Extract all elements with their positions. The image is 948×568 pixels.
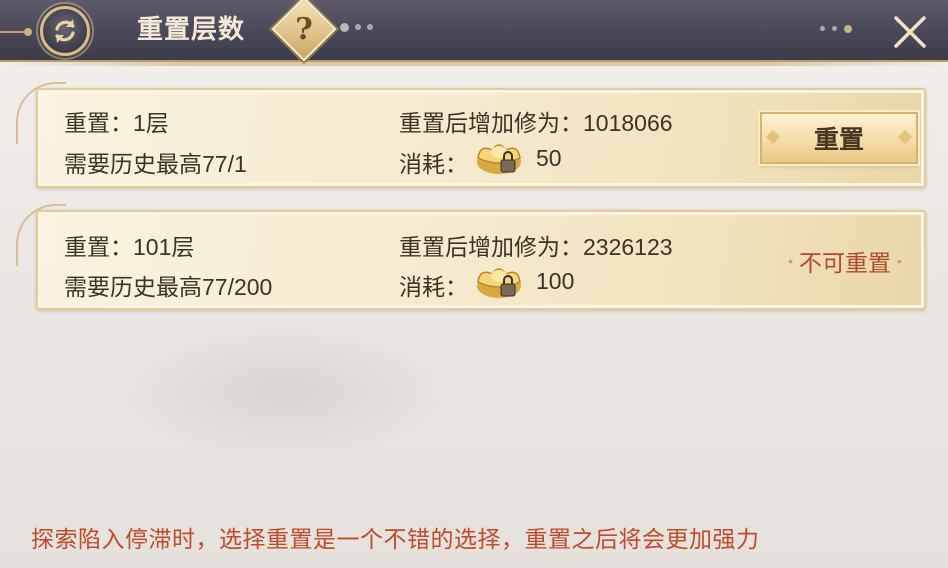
cost-label: 消耗： [399,151,468,177]
ornament-dot: • [788,253,793,269]
cannot-reset-label: • 不可重置 • [770,244,920,278]
hint-text: 探索陷入停滞时，选择重置是一个不错的选择，重置之后将会更加强力 [31,526,760,552]
header-ornament-dot [24,28,32,36]
reset-option-card: 重置：101层 需要历史最高77/200 重置后增加修为：2326123 消耗：… [16,204,926,310]
cannot-reset-text: 不可重置 [799,250,891,276]
dialog-title: 重置层数 [137,15,246,45]
background-ink-shade [120,320,450,460]
cost-value: 100 [536,268,575,294]
gold-ingot-icon [477,268,521,298]
ornament-dot: • [897,253,902,269]
title-bar: 重置层数 ? [0,0,948,66]
floor-label: 重置：1层 [64,110,169,136]
floor-label: 重置：101层 [64,234,195,260]
gain-label: 重置后增加修为：2326123 [399,234,673,260]
reset-option-card: 重置：1层 需要历史最高77/1 重置后增加修为：1018066 消耗： 50 … [16,82,926,188]
requirement-label: 需要历史最高77/1 [64,151,247,177]
reset-button[interactable]: 重置 [760,112,918,164]
close-ornament-dots [820,25,852,33]
gold-ingot-icon [477,144,521,174]
question-mark-icon[interactable]: ? [281,6,327,52]
refresh-button[interactable] [40,6,90,56]
close-button[interactable] [886,10,934,54]
header-ornament-line [0,31,24,33]
gain-label: 重置后增加修为：1018066 [399,110,673,136]
cost-value: 50 [536,145,562,171]
cost-label: 消耗： [399,274,468,300]
refresh-icon [55,19,75,43]
close-icon [894,16,926,48]
requirement-label: 需要历史最高77/200 [64,274,273,300]
header-ornament-dots [340,23,373,32]
